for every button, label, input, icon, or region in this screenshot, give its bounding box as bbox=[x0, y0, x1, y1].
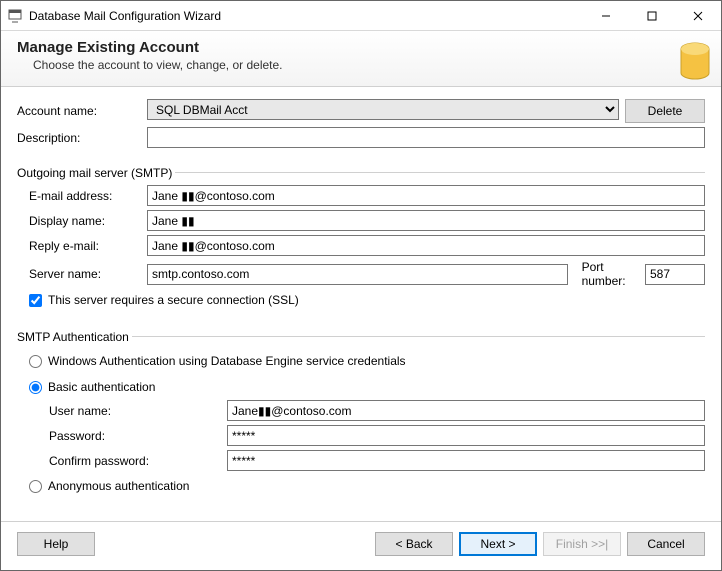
windows-auth-row[interactable]: Windows Authentication using Database En… bbox=[29, 354, 705, 368]
window-title: Database Mail Configuration Wizard bbox=[29, 9, 221, 23]
port-input[interactable] bbox=[645, 264, 705, 285]
anonymous-auth-radio[interactable] bbox=[29, 480, 42, 493]
reply-email-input[interactable] bbox=[147, 235, 705, 256]
email-label: E-mail address: bbox=[29, 189, 147, 203]
windows-auth-label: Windows Authentication using Database En… bbox=[48, 354, 406, 368]
ssl-checkbox-row[interactable]: This server requires a secure connection… bbox=[29, 293, 705, 307]
confirm-password-label: Confirm password: bbox=[49, 454, 227, 468]
wizard-footer: Help < Back Next > Finish >>| Cancel bbox=[1, 521, 721, 570]
basic-auth-label: Basic authentication bbox=[48, 380, 155, 394]
reply-email-label: Reply e-mail: bbox=[29, 239, 147, 253]
server-name-input[interactable] bbox=[147, 264, 568, 285]
auth-group: SMTP Authentication Windows Authenticati… bbox=[17, 322, 705, 502]
windows-auth-radio[interactable] bbox=[29, 355, 42, 368]
password-label: Password: bbox=[49, 429, 227, 443]
page-title: Manage Existing Account bbox=[17, 39, 705, 56]
smtp-group: Outgoing mail server (SMTP) E-mail addre… bbox=[17, 158, 705, 316]
anonymous-auth-label: Anonymous authentication bbox=[48, 479, 189, 493]
description-label: Description: bbox=[17, 131, 147, 145]
server-name-label: Server name: bbox=[29, 267, 147, 281]
email-input[interactable] bbox=[147, 185, 705, 206]
username-input[interactable] bbox=[227, 400, 705, 421]
maximize-button[interactable] bbox=[629, 1, 675, 31]
port-label: Port number: bbox=[576, 260, 637, 288]
page-subtitle: Choose the account to view, change, or d… bbox=[33, 58, 705, 72]
display-name-input[interactable] bbox=[147, 210, 705, 231]
app-icon bbox=[7, 8, 23, 24]
wizard-header: Manage Existing Account Choose the accou… bbox=[1, 31, 721, 87]
description-input[interactable] bbox=[147, 127, 705, 148]
display-name-label: Display name: bbox=[29, 214, 147, 228]
back-button[interactable]: < Back bbox=[375, 532, 453, 556]
basic-auth-row[interactable]: Basic authentication bbox=[29, 380, 705, 394]
confirm-password-input[interactable] bbox=[227, 450, 705, 471]
username-label: User name: bbox=[49, 404, 227, 418]
auth-legend: SMTP Authentication bbox=[17, 330, 132, 344]
account-name-label: Account name: bbox=[17, 104, 147, 118]
anonymous-auth-row[interactable]: Anonymous authentication bbox=[29, 479, 705, 493]
close-button[interactable] bbox=[675, 1, 721, 31]
finish-button[interactable]: Finish >>| bbox=[543, 532, 621, 556]
smtp-legend: Outgoing mail server (SMTP) bbox=[17, 166, 175, 180]
cancel-button[interactable]: Cancel bbox=[627, 532, 705, 556]
database-icon bbox=[665, 37, 711, 83]
ssl-checkbox[interactable] bbox=[29, 294, 42, 307]
minimize-button[interactable] bbox=[583, 1, 629, 31]
delete-button[interactable]: Delete bbox=[625, 99, 705, 123]
next-button[interactable]: Next > bbox=[459, 532, 537, 556]
account-name-select[interactable]: SQL DBMail Acct bbox=[147, 99, 619, 120]
content-area: Account name: SQL DBMail Acct Delete Des… bbox=[1, 87, 721, 521]
basic-auth-radio[interactable] bbox=[29, 381, 42, 394]
help-button[interactable]: Help bbox=[17, 532, 95, 556]
ssl-label: This server requires a secure connection… bbox=[48, 293, 299, 307]
title-bar: Database Mail Configuration Wizard bbox=[1, 1, 721, 31]
password-input[interactable] bbox=[227, 425, 705, 446]
